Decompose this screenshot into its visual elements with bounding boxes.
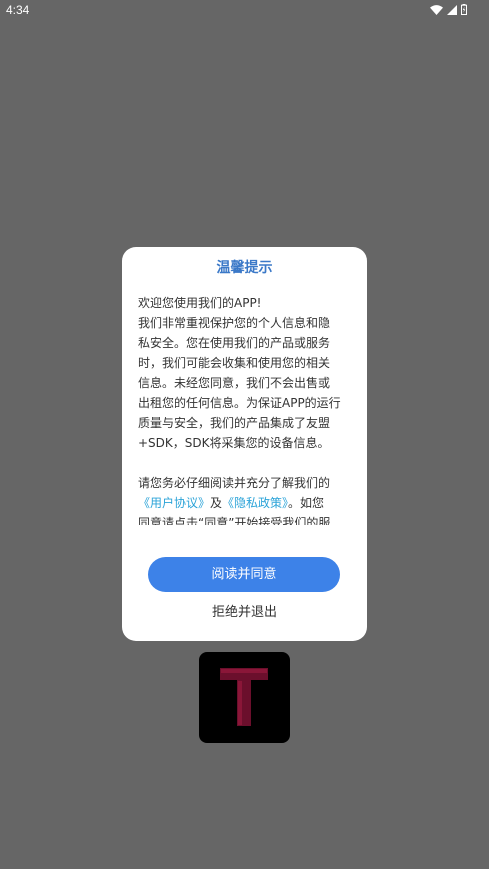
privacy-dialog: 温馨提示 欢迎您使用我们的APP! 我们非常重视保护您的个人信息和隐 私安全。您…: [122, 247, 367, 641]
body-line: 请您务必仔细阅读并充分了解我们的: [138, 476, 331, 490]
user-agreement-link[interactable]: 《用户协议》: [138, 496, 210, 510]
body-line-links: 《用户协议》及《隐私政策》。如您: [138, 493, 352, 513]
body-line: 信息。未经您同意，我们不会出售或: [138, 376, 331, 390]
body-line: 私安全。您在使用我们的产品或服务: [138, 336, 331, 350]
accept-button[interactable]: 阅读并同意: [148, 557, 340, 592]
t-letter-logo-icon: [220, 668, 268, 726]
status-icons: [430, 4, 467, 15]
body-line: +SDK，SDK将采集您的设备信息。: [138, 436, 330, 450]
body-line: 我们非常重视保护您的个人信息和隐: [138, 316, 331, 330]
wifi-icon: [430, 4, 443, 15]
cellular-signal-icon: [447, 4, 457, 15]
body-line: 同意请点击“同意”开始接受我们的服: [138, 516, 331, 525]
body-line-tail: 。如您: [288, 496, 325, 510]
app-logo: [199, 652, 290, 743]
body-line: 出租您的任何信息。为保证APP的运行: [138, 396, 341, 410]
dialog-body[interactable]: 欢迎您使用我们的APP! 我们非常重视保护您的个人信息和隐 私安全。您在使用我们…: [138, 293, 352, 525]
body-line: 时，我们可能会收集和使用您的相关: [138, 356, 331, 370]
battery-icon: [461, 4, 467, 15]
status-time: 4:34: [6, 3, 30, 17]
body-line: 质量与安全，我们的产品集成了友盟: [138, 416, 331, 430]
and-text: 及: [210, 496, 223, 510]
dialog-title: 温馨提示: [216, 260, 273, 276]
reject-exit-button[interactable]: 拒绝并退出: [122, 601, 367, 620]
privacy-policy-link[interactable]: 《隐私政策》: [222, 496, 288, 510]
body-line: 欢迎您使用我们的APP!: [138, 296, 262, 310]
status-bar: 4:34: [0, 0, 489, 22]
